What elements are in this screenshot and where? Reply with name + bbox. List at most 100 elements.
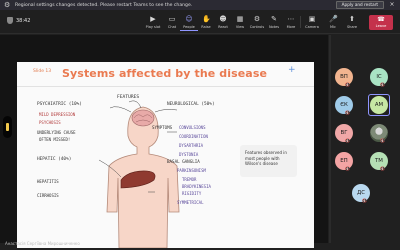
participant-avatar-vp[interactable]: ВП: [335, 68, 353, 86]
notes-label: Notes: [268, 25, 280, 29]
apply-restart-button[interactable]: Apply and restart: [335, 1, 384, 9]
more-button[interactable]: ⋯ More: [282, 13, 300, 31]
timer-text: 38:42: [16, 17, 31, 24]
participant-initials: АМ: [374, 102, 384, 108]
mic-off-icon: 🔇: [380, 166, 385, 171]
participant-photo[interactable]: [370, 124, 388, 142]
missed-label: OFTEN MISSED!: [39, 137, 71, 142]
participant-avatar-is[interactable]: ІС: [370, 68, 388, 86]
notes-icon: ✎: [271, 15, 277, 23]
chat-button[interactable]: ▭ Chat: [163, 13, 181, 31]
tremor-label: TREMOR: [182, 177, 197, 182]
notes-button[interactable]: ✎ Notes: [265, 13, 283, 31]
camera-button[interactable]: ▣ Camera: [303, 13, 321, 31]
mic-off-icon: 🔇: [380, 138, 385, 143]
mic-button[interactable]: 🎤 Mic: [324, 13, 342, 31]
psychiatric-label: PSYCHIATRIC (10%): [37, 102, 82, 107]
neurological-label: NEUROLOGICAL (50%): [167, 102, 215, 107]
note-box: Features observed in most people with Wi…: [240, 145, 297, 177]
more-icon: ⋯: [287, 15, 295, 23]
panel-divider: [329, 35, 331, 243]
more-label: More: [286, 25, 296, 29]
mic-off-icon: 🔇: [362, 198, 367, 203]
close-icon[interactable]: ×: [387, 0, 397, 10]
note-line-3: Wilson's disease: [245, 161, 278, 166]
participant-avatar-tm[interactable]: ТМ: [370, 152, 388, 170]
meeting-timer: 38:42: [7, 17, 30, 24]
raise-label: Raise: [201, 25, 211, 29]
mic-icon: 🎤: [329, 15, 338, 23]
settings-icon: ⚙: [4, 1, 11, 9]
mic-off-icon: 🔇: [380, 82, 385, 87]
shield-icon: [7, 17, 13, 24]
participant-avatar-am[interactable]: АМ: [370, 96, 388, 114]
share-button[interactable]: ⬆ Share: [343, 13, 361, 31]
dystonia-label: DYSTONIA: [179, 152, 199, 157]
participant-initials: ВП: [340, 74, 348, 80]
participant-avatar-ep[interactable]: ЕП: [335, 152, 353, 170]
psychosis-label: PSYCHOSIS: [39, 120, 61, 125]
mic-off-icon: 🔇: [345, 138, 350, 143]
coordination-label: COORDINATION: [179, 134, 208, 139]
depression-label: MILD DEPRESSION: [39, 112, 76, 117]
teams-meeting-window: ⚙ Regional settings changes detected. Pl…: [0, 0, 400, 250]
participant-initials: ТМ: [375, 158, 383, 164]
camera-label: Camera: [305, 25, 319, 29]
controls-icon: ⚙: [253, 15, 261, 23]
raise-hand-button[interactable]: ✋ Raise: [197, 13, 215, 31]
participant-initials: ІС: [376, 74, 382, 80]
chat-label: Chat: [167, 25, 177, 29]
underlying-label: UNDERLYING CAUSE: [37, 130, 76, 135]
controls-button[interactable]: ⚙ Controls: [248, 13, 266, 31]
symptoms-label: SYMPTOMS: [152, 125, 173, 130]
participant-avatar-vg[interactable]: ВГ: [335, 124, 353, 142]
hepatitis-label: HEPATITIS: [37, 179, 59, 184]
chat-icon: ▭: [168, 15, 176, 23]
react-icon: ☻: [219, 15, 227, 23]
parkinsonism-label: PARKINSONISM: [177, 168, 206, 173]
mic-off-icon: 🔇: [345, 110, 350, 115]
basal-ganglia-label: BASAL GANGLIA: [167, 159, 200, 164]
toolbar-divider: [300, 16, 301, 28]
people-label: People: [183, 25, 195, 29]
mic-off-icon: 🔇: [345, 166, 350, 171]
features-label: FEATURES: [117, 95, 140, 100]
camera-icon: ▣: [308, 15, 316, 23]
dysarthria-label: DYSARTHRIA: [179, 143, 204, 148]
view-button[interactable]: ▦ View: [231, 13, 249, 31]
raise-hand-icon: ✋: [202, 15, 211, 23]
mic-off-icon: 🔇: [345, 82, 350, 87]
share-label: Share: [346, 25, 358, 29]
notification-banner: ⚙ Regional settings changes detected. Pl…: [0, 0, 400, 10]
play-slot-button[interactable]: ▶ Play slot: [144, 13, 162, 31]
react-label: React: [218, 25, 228, 29]
participant-initials: ДС: [357, 190, 365, 196]
leave-label: Leave: [375, 24, 387, 28]
react-button[interactable]: ☻ React: [214, 13, 232, 31]
hepatic-label: HEPATIC (40%): [37, 157, 72, 162]
presentation-slide: Slide 13 Systems affected by the disease…: [17, 62, 314, 248]
participant-initials: ЕП: [340, 158, 348, 164]
view-label: View: [235, 25, 245, 29]
rigidity-label: RIGIDITY: [182, 191, 202, 196]
participant-initials: ВГ: [340, 130, 348, 136]
side-handle[interactable]: [3, 116, 12, 138]
leave-button[interactable]: ☎ Leave: [369, 15, 393, 30]
share-icon: ⬆: [349, 15, 355, 23]
participant-avatar-yek[interactable]: ЄК: [335, 96, 353, 114]
people-button[interactable]: ☺ People: [180, 13, 198, 31]
convulsions-label: CONVULSIONS: [179, 125, 206, 130]
participant-initials: ЄК: [340, 102, 348, 108]
notification-message: Regional settings changes detected. Plea…: [15, 2, 193, 8]
play-slot-label: Play slot: [145, 25, 161, 29]
play-icon: ▶: [150, 15, 156, 23]
phone-icon: ☎: [377, 16, 385, 23]
view-icon: ▦: [236, 15, 244, 23]
note-line-1: Features observed in: [245, 150, 287, 155]
bradykinesia-label: BRADYKINESIA: [182, 184, 211, 189]
symmetrical-label: SYMMETRICAL: [177, 200, 204, 205]
mic-label: Mic: [330, 25, 336, 29]
controls-label: Controls: [249, 25, 265, 29]
participant-avatar-ds[interactable]: ДС: [352, 184, 370, 202]
meeting-toolbar: 38:42 ▶ Play slot ▭ Chat ☺ People ✋ Rais…: [0, 10, 400, 34]
